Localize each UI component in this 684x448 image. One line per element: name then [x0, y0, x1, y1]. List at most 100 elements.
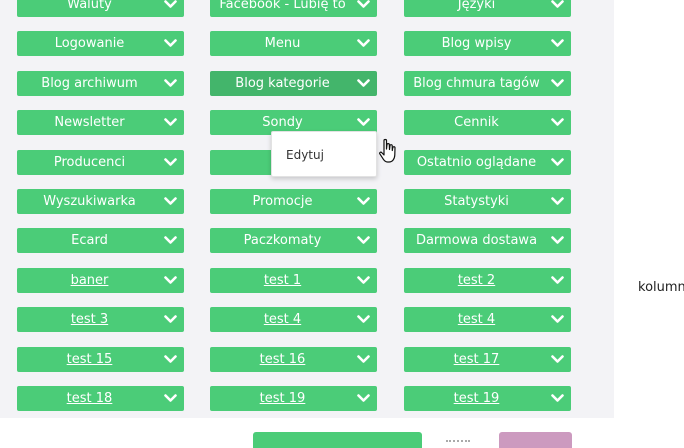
module-button[interactable]: test 19	[210, 386, 377, 411]
chevron-down-icon[interactable]	[156, 386, 184, 411]
module-button[interactable]: test 19	[404, 386, 571, 411]
module-button[interactable]: Paczkomaty	[210, 228, 377, 253]
module-button[interactable]: test 3	[17, 307, 184, 332]
chevron-down-icon[interactable]	[349, 31, 377, 56]
modules-panel: Waluty Logowanie Blog archiwum Newsletter Pr…	[0, 0, 614, 418]
module-button[interactable]: Blog chmura tagów	[404, 71, 571, 96]
chevron-down-icon[interactable]	[543, 150, 571, 175]
module-button[interactable]: test 18	[17, 386, 184, 411]
module-label: test 4	[457, 312, 496, 327]
module-label: Blog wpisy	[441, 36, 512, 51]
module-label: Facebook - Lubię to	[219, 0, 346, 12]
module-label: baner	[70, 273, 109, 288]
chevron-down-icon[interactable]	[156, 31, 184, 56]
module-label: Wyszukiwarka	[43, 194, 136, 209]
module-button[interactable]: Darmowa dostawa	[404, 228, 571, 253]
module-button[interactable]: Producenci	[17, 150, 184, 175]
module-button[interactable]: Ecard	[17, 228, 184, 253]
module-button[interactable]: Facebook - Lubię to	[210, 0, 377, 17]
module-label: test 4	[263, 312, 302, 327]
module-button[interactable]: Promocje	[210, 189, 377, 214]
module-label: test 2	[457, 273, 496, 288]
module-label: Blog chmura tagów	[413, 76, 540, 91]
chevron-down-icon[interactable]	[543, 110, 571, 135]
chevron-down-icon[interactable]	[543, 228, 571, 253]
chevron-down-icon[interactable]	[156, 268, 184, 293]
chevron-down-icon[interactable]	[543, 31, 571, 56]
column-label: kolumna	[638, 280, 684, 295]
module-label: test 3	[70, 312, 109, 327]
module-label: test 19	[453, 391, 500, 406]
module-button[interactable]: Ostatnio oglądane	[404, 150, 571, 175]
chevron-down-icon[interactable]	[156, 150, 184, 175]
module-button[interactable]: test 15	[17, 347, 184, 372]
module-button[interactable]: Menu	[210, 31, 377, 56]
module-label: test 1	[263, 273, 302, 288]
module-button[interactable]: test 17	[404, 347, 571, 372]
module-button[interactable]: Waluty	[17, 0, 184, 17]
edit-menu-item[interactable]: Edytuj	[286, 148, 324, 162]
module-button[interactable]: Blog archiwum	[17, 71, 184, 96]
chevron-down-icon[interactable]	[156, 71, 184, 96]
module-label: Języki	[457, 0, 496, 12]
module-label: Logowanie	[54, 36, 125, 51]
chevron-down-icon[interactable]	[349, 0, 377, 17]
chevron-down-icon[interactable]	[349, 189, 377, 214]
module-label: Darmowa dostawa	[415, 233, 538, 248]
module-button[interactable]: Wyszukiwarka	[17, 189, 184, 214]
chevron-down-icon[interactable]	[543, 71, 571, 96]
module-button[interactable]: baner	[17, 268, 184, 293]
save-layout-button[interactable]	[253, 432, 422, 448]
module-button[interactable]: Blog wpisy	[404, 31, 571, 56]
module-button[interactable]: test 1	[210, 268, 377, 293]
chevron-down-icon[interactable]	[156, 0, 184, 17]
chevron-down-icon[interactable]	[349, 307, 377, 332]
module-label: Ostatnio oglądane	[416, 155, 537, 170]
chevron-down-icon[interactable]	[543, 347, 571, 372]
module-button[interactable]: test 16	[210, 347, 377, 372]
hand-cursor-icon	[379, 138, 396, 163]
module-label: Blog kategorie	[235, 76, 330, 91]
chevron-down-icon[interactable]	[543, 307, 571, 332]
chevron-down-icon[interactable]	[156, 228, 184, 253]
chevron-down-icon[interactable]	[349, 386, 377, 411]
module-button[interactable]: test 4	[210, 307, 377, 332]
chevron-down-icon[interactable]	[156, 189, 184, 214]
chevron-down-icon[interactable]	[349, 347, 377, 372]
chevron-down-icon[interactable]	[349, 228, 377, 253]
module-label: test 15	[66, 352, 113, 367]
chevron-down-icon[interactable]	[156, 347, 184, 372]
module-button[interactable]: Newsletter	[17, 110, 184, 135]
chevron-down-icon[interactable]	[156, 110, 184, 135]
chevron-down-icon[interactable]	[349, 268, 377, 293]
module-button[interactable]: Logowanie	[17, 31, 184, 56]
module-label: test 17	[453, 352, 500, 367]
module-label: Newsletter	[54, 115, 125, 130]
bottom-link[interactable]	[446, 440, 470, 443]
module-label: Menu	[264, 36, 301, 51]
module-button[interactable]: test 4	[404, 307, 571, 332]
module-label: test 19	[259, 391, 306, 406]
module-label: test 16	[259, 352, 306, 367]
module-button[interactable]: Języki	[404, 0, 571, 17]
chevron-down-icon[interactable]	[543, 189, 571, 214]
chevron-down-icon[interactable]	[156, 307, 184, 332]
module-button[interactable]: Blog kategorie	[210, 71, 377, 96]
reset-button[interactable]	[499, 432, 572, 448]
chevron-down-icon[interactable]	[543, 386, 571, 411]
module-label: Waluty	[67, 0, 112, 12]
module-label: Promocje	[252, 194, 313, 209]
module-label: Statystyki	[444, 194, 509, 209]
module-label: Blog archiwum	[41, 76, 138, 91]
module-label: Cennik	[454, 115, 499, 130]
module-label: test 18	[66, 391, 113, 406]
module-options-dropdown: Edytuj	[271, 131, 377, 177]
chevron-down-icon[interactable]	[543, 0, 571, 17]
module-button[interactable]: Statystyki	[404, 189, 571, 214]
chevron-down-icon[interactable]	[349, 71, 377, 96]
module-button[interactable]: Cennik	[404, 110, 571, 135]
chevron-down-icon[interactable]	[543, 268, 571, 293]
module-button[interactable]: test 2	[404, 268, 571, 293]
module-label: Producenci	[53, 155, 126, 170]
module-label: Ecard	[71, 233, 108, 248]
